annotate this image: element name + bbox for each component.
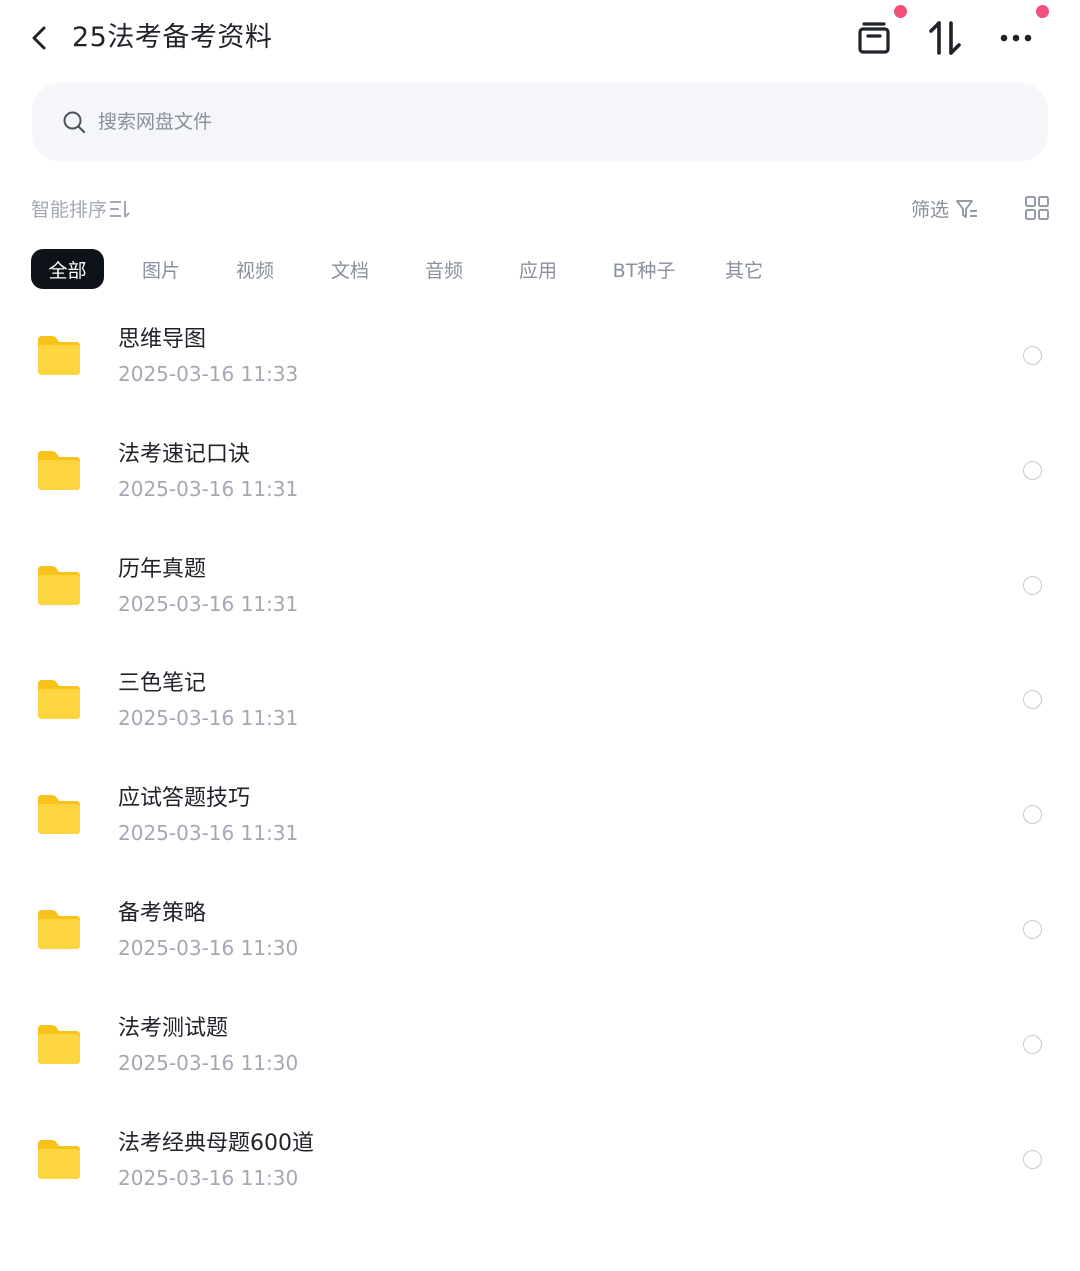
folder-icon [38,795,80,835]
sort-icon [929,21,961,55]
file-name: 法考速记口诀 [118,441,251,467]
sort-label: 智能排序 [31,199,108,221]
folder-icon [38,336,80,375]
header-bar: 25法考备考资料 [0,0,1080,80]
select-radio[interactable] [1023,460,1042,480]
select-radio[interactable] [1023,575,1042,595]
back-button[interactable] [22,20,58,56]
more-notification-dot [1036,5,1049,18]
file-date: 2025-03-16 11:30 [118,1165,299,1190]
page-title: 25法考备考资料 [72,22,273,53]
file-date: 2025-03-16 11:31 [118,821,299,846]
grid-view-icon [1025,196,1049,220]
search-bar[interactable] [32,83,1048,161]
file-name: 法考经典母题600道 [118,1130,314,1156]
tab-images[interactable]: 图片 [130,249,192,289]
file-browser-page: 25法考备考资料 搜索网盘文件 智能排序 筛选 全部 图片 视频 文档 音频 应… [0,0,1080,1271]
more-icon [1000,34,1032,42]
select-radio[interactable] [1023,690,1042,710]
folder-icon [38,450,80,490]
folder-icon [38,1024,80,1064]
file-date: 2025-03-16 11:31 [118,706,299,731]
file-name: 应试答题技巧 [118,786,251,812]
filter-label: 筛选 [911,199,950,221]
select-radio[interactable] [1023,919,1042,939]
file-date: 2025-03-16 11:31 [118,476,299,501]
archive-button[interactable] [850,16,898,60]
select-radio[interactable] [1023,1034,1042,1054]
folder-icon [38,680,80,720]
file-date: 2025-03-16 11:33 [118,362,299,386]
tab-apps[interactable]: 应用 [507,249,569,289]
list-item[interactable]: 思维导图 2025-03-16 11:33 [0,300,1080,415]
tab-bt-torrents[interactable]: BT种子 [602,249,686,289]
folder-icon [38,565,80,605]
list-item[interactable]: 应试答题技巧 2025-03-16 11:31 [0,759,1080,874]
smart-sort-button[interactable]: 智能排序 [31,195,131,222]
tab-audio[interactable]: 音频 [413,249,475,289]
search-input[interactable] [98,83,698,161]
list-item[interactable]: 备考策略 2025-03-16 11:30 [0,874,1080,989]
list-item[interactable]: 法考测试题 2025-03-16 11:30 [0,989,1080,1104]
file-name: 思维导图 [118,327,207,352]
file-name: 三色笔记 [118,671,207,697]
filter-icon [956,199,978,218]
file-name: 历年真题 [118,556,207,582]
sort-order-button[interactable] [921,16,969,60]
folder-icon [38,909,80,949]
search-icon [63,111,86,134]
folder-icon [38,1139,80,1179]
more-button[interactable] [992,16,1040,60]
file-date: 2025-03-16 11:30 [118,935,299,960]
notification-dot [894,5,907,18]
file-name: 备考策略 [118,900,207,926]
file-list: 思维导图 2025-03-16 11:33 法考速记口诀 2025-03-16 … [0,300,1080,1218]
file-date: 2025-03-16 11:30 [118,1050,299,1075]
select-radio[interactable] [1023,1149,1042,1169]
tab-documents[interactable]: 文档 [319,249,381,289]
list-item[interactable]: 历年真题 2025-03-16 11:31 [0,530,1080,645]
list-item[interactable]: 法考速记口诀 2025-03-16 11:31 [0,415,1080,530]
list-item[interactable]: 法考经典母题600道 2025-03-16 11:30 [0,1104,1080,1219]
file-date: 2025-03-16 11:31 [118,591,299,616]
list-item[interactable]: 三色笔记 2025-03-16 11:31 [0,644,1080,759]
select-radio[interactable] [1023,346,1042,365]
file-type-tabs: 全部 图片 视频 文档 音频 应用 BT种子 其它 [31,249,775,289]
grid-view-button[interactable] [1024,195,1052,223]
tab-others[interactable]: 其它 [713,249,775,289]
tab-videos[interactable]: 视频 [224,249,286,289]
archive-icon [858,22,890,54]
sort-lines-icon [110,200,130,218]
tab-all[interactable]: 全部 [31,249,104,289]
file-name: 法考测试题 [118,1015,229,1041]
back-icon [32,26,46,50]
filter-button[interactable]: 筛选 [911,195,979,222]
select-radio[interactable] [1023,805,1042,825]
